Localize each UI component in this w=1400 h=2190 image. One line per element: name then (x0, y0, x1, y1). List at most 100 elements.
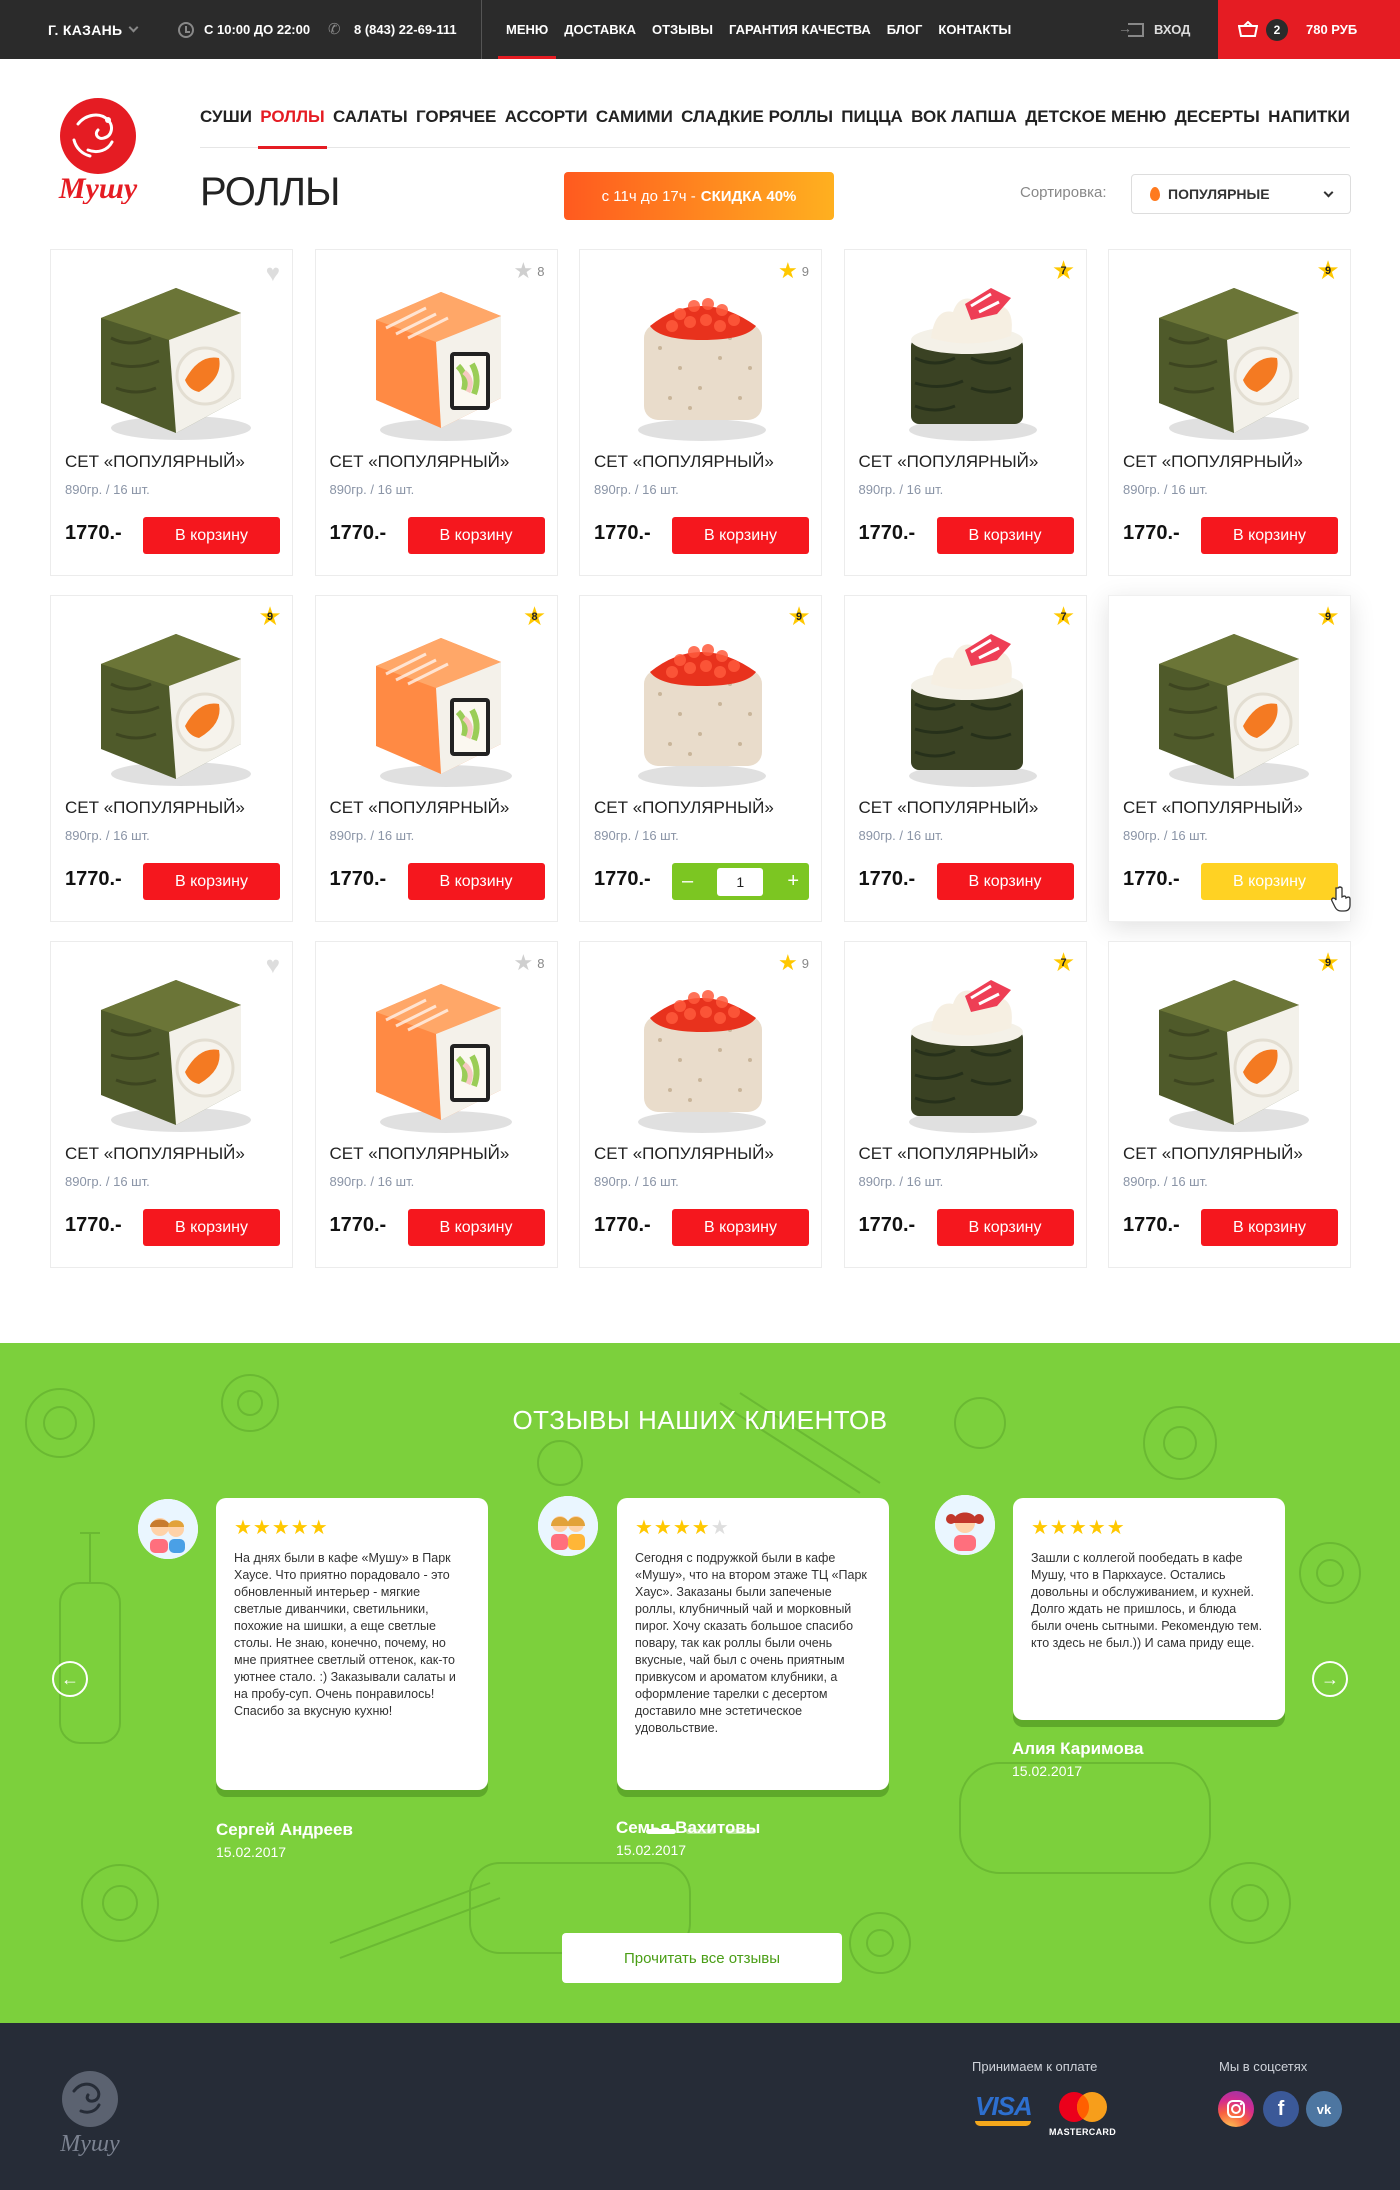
product-image-nori-salmon-roll[interactable] (81, 960, 261, 1140)
product-card[interactable]: ★ 9 СЕТ «ПОПУЛЯРНЫЙ» 890гр. / 16 шт. 1770… (1108, 941, 1351, 1268)
add-to-cart-button[interactable]: В корзину (936, 517, 1074, 554)
instagram-icon[interactable] (1218, 2091, 1254, 2127)
product-card[interactable]: ★ 7 СЕТ «ПОПУЛЯРНЫЙ» 890гр. / 16 шт. 1770… (843, 595, 1087, 922)
add-to-cart-button[interactable]: В корзину (1201, 1209, 1338, 1246)
add-to-cart-button[interactable]: В корзину (1201, 863, 1338, 900)
plus-button[interactable]: + (787, 870, 799, 893)
product-name[interactable]: СЕТ «ПОПУЛЯРНЫЙ» (65, 798, 245, 818)
add-to-cart-button[interactable]: В корзину (143, 863, 280, 900)
add-to-cart-button[interactable]: В корзину (143, 1209, 280, 1246)
footer-logo[interactable]: Мушу (50, 2067, 130, 2157)
product-name[interactable]: СЕТ «ПОПУЛЯРНЫЙ» (65, 452, 245, 472)
rating-badge-star-icon: ★ 9 (258, 601, 282, 631)
product-image-nori-salmon-roll[interactable] (1139, 268, 1319, 448)
add-to-cart-button[interactable]: В корзину (407, 1209, 545, 1246)
add-to-cart-button[interactable]: В корзину (143, 517, 280, 554)
product-image-nori-salmon-roll[interactable] (81, 268, 261, 448)
add-to-cart-button[interactable]: В корзину (936, 863, 1074, 900)
add-to-cart-button[interactable]: В корзину (1201, 517, 1338, 554)
product-card[interactable]: ★ 8 СЕТ «ПОПУЛЯРНЫЙ» 890гр. / 16 шт. 1770… (314, 595, 558, 922)
category-rolls[interactable]: РОЛЛЫ (258, 86, 328, 149)
product-card[interactable]: ★ 9 СЕТ «ПОПУЛЯРНЫЙ» 890гр. / 16 шт. 1770… (50, 595, 293, 922)
city-selector[interactable]: Г. КАЗАНЬ (48, 0, 139, 59)
login-link[interactable]: ВХОД (1118, 0, 1190, 59)
vk-icon[interactable]: vk (1306, 2091, 1342, 2127)
product-image-gunkan-roll[interactable] (875, 268, 1055, 448)
product-image-nori-salmon-roll[interactable] (81, 614, 261, 794)
product-image-salmon-roll[interactable] (346, 614, 526, 794)
product-card[interactable]: ♥ СЕТ «ПОПУЛЯРНЫЙ» 890гр. / 16 шт. 1770.… (50, 249, 293, 576)
add-to-cart-button[interactable]: В корзину (672, 1209, 809, 1246)
product-card[interactable]: ★ 9 СЕТ «ПОПУЛЯРНЫЙ» 890гр. / 16 шт. 1770… (579, 249, 822, 576)
product-name[interactable]: СЕТ «ПОПУЛЯРНЫЙ» (1123, 452, 1303, 472)
product-name[interactable]: СЕТ «ПОПУЛЯРНЫЙ» (859, 798, 1039, 818)
category-assorti[interactable]: АССОРТИ (505, 86, 588, 148)
product-name[interactable]: СЕТ «ПОПУЛЯРНЫЙ» (594, 1144, 774, 1164)
product-image-gunkan-roll[interactable] (875, 614, 1055, 794)
carousel-dot[interactable] (646, 1829, 676, 1834)
quantity-input[interactable]: 1 (717, 867, 764, 896)
product-name[interactable]: СЕТ «ПОПУЛЯРНЫЙ» (330, 452, 510, 472)
nav-menu[interactable]: МЕНЮ (498, 0, 557, 59)
category-kids[interactable]: ДЕТСКОЕ МЕНЮ (1025, 86, 1166, 148)
product-image-caviar-roll[interactable] (610, 960, 790, 1140)
add-to-cart-button[interactable]: В корзину (407, 863, 545, 900)
carousel-dot[interactable] (726, 1829, 756, 1834)
product-card[interactable]: ★ 8 СЕТ «ПОПУЛЯРНЫЙ» 890гр. / 16 шт. 1770… (314, 941, 558, 1268)
prev-arrow-button[interactable]: ← (52, 1661, 88, 1697)
nav-reviews[interactable]: ОТЗЫВЫ (644, 0, 721, 59)
product-card[interactable]: ♥ СЕТ «ПОПУЛЯРНЫЙ» 890гр. / 16 шт. 1770.… (50, 941, 293, 1268)
cart-button[interactable]: 2 780 РУБ (1218, 0, 1400, 59)
logo[interactable]: Мушу (48, 94, 148, 204)
minus-button[interactable]: – (682, 870, 693, 893)
product-image-caviar-roll[interactable] (610, 614, 790, 794)
rating-value: 7 (1060, 265, 1067, 277)
product-card[interactable]: ★ 9 СЕТ «ПОПУЛЯРНЫЙ» 890гр. / 16 шт. 1770… (579, 595, 822, 922)
product-name[interactable]: СЕТ «ПОПУЛЯРНЫЙ» (1123, 1144, 1303, 1164)
phone-link[interactable]: ✆ 8 (843) 22-69-111 (328, 0, 457, 59)
sort-select[interactable]: ПОПУЛЯРНЫЕ (1131, 174, 1351, 214)
product-image-caviar-roll[interactable] (610, 268, 790, 448)
add-to-cart-button[interactable]: В корзину (672, 517, 809, 554)
product-card[interactable]: ★ 9 СЕТ «ПОПУЛЯРНЫЙ» 890гр. / 16 шт. 1770… (579, 941, 822, 1268)
nav-contacts[interactable]: КОНТАКТЫ (930, 0, 1019, 59)
category-salads[interactable]: САЛАТЫ (333, 86, 408, 148)
heart-icon[interactable]: ♥ (266, 954, 280, 978)
product-name[interactable]: СЕТ «ПОПУЛЯРНЫЙ» (594, 798, 774, 818)
nav-blog[interactable]: БЛОГ (879, 0, 931, 59)
read-all-reviews-button[interactable]: Прочитать все отзывы (562, 1933, 842, 1983)
heart-icon[interactable]: ♥ (266, 262, 280, 286)
category-hot[interactable]: ГОРЯЧЕЕ (416, 86, 496, 148)
product-name[interactable]: СЕТ «ПОПУЛЯРНЫЙ» (859, 1144, 1039, 1164)
nav-quality[interactable]: ГАРАНТИЯ КАЧЕСТВА (721, 0, 879, 59)
product-image-salmon-roll[interactable] (346, 268, 526, 448)
product-card[interactable]: ★ 8 СЕТ «ПОПУЛЯРНЫЙ» 890гр. / 16 шт. 1770… (314, 249, 558, 576)
category-desserts[interactable]: ДЕСЕРТЫ (1175, 86, 1260, 148)
product-card[interactable]: ★ 7 СЕТ «ПОПУЛЯРНЫЙ» 890гр. / 16 шт. 1770… (843, 249, 1087, 576)
nav-delivery[interactable]: ДОСТАВКА (556, 0, 644, 59)
facebook-icon[interactable]: f (1263, 2091, 1299, 2127)
category-pizza[interactable]: ПИЦЦА (841, 86, 903, 148)
product-card[interactable]: ★ 9 СЕТ «ПОПУЛЯРНЫЙ» 890гр. / 16 шт. 1770… (1108, 595, 1351, 922)
category-sushi[interactable]: СУШИ (200, 86, 252, 148)
category-drinks[interactable]: НАПИТКИ (1268, 86, 1350, 148)
product-name[interactable]: СЕТ «ПОПУЛЯРНЫЙ» (330, 798, 510, 818)
add-to-cart-button[interactable]: В корзину (407, 517, 545, 554)
product-name[interactable]: СЕТ «ПОПУЛЯРНЫЙ» (1123, 798, 1303, 818)
category-wok[interactable]: ВОК ЛАПША (911, 86, 1017, 148)
product-image-gunkan-roll[interactable] (875, 960, 1055, 1140)
carousel-dot[interactable] (686, 1829, 716, 1834)
product-name[interactable]: СЕТ «ПОПУЛЯРНЫЙ» (65, 1144, 245, 1164)
product-name[interactable]: СЕТ «ПОПУЛЯРНЫЙ» (594, 452, 774, 472)
product-card[interactable]: ★ 9 СЕТ «ПОПУЛЯРНЫЙ» 890гр. / 16 шт. 1770… (1108, 249, 1351, 576)
product-name[interactable]: СЕТ «ПОПУЛЯРНЫЙ» (859, 452, 1039, 472)
next-arrow-button[interactable]: → (1312, 1661, 1348, 1697)
product-name[interactable]: СЕТ «ПОПУЛЯРНЫЙ» (330, 1144, 510, 1164)
add-to-cart-button[interactable]: В корзину (936, 1209, 1074, 1246)
product-image-nori-salmon-roll[interactable] (1139, 960, 1319, 1140)
product-image-salmon-roll[interactable] (346, 960, 526, 1140)
category-samimi[interactable]: САМИМИ (596, 86, 673, 148)
product-image-nori-salmon-roll[interactable] (1139, 614, 1319, 794)
category-sweet-rolls[interactable]: СЛАДКИЕ РОЛЛЫ (681, 86, 833, 148)
product-card[interactable]: ★ 7 СЕТ «ПОПУЛЯРНЫЙ» 890гр. / 16 шт. 1770… (843, 941, 1087, 1268)
